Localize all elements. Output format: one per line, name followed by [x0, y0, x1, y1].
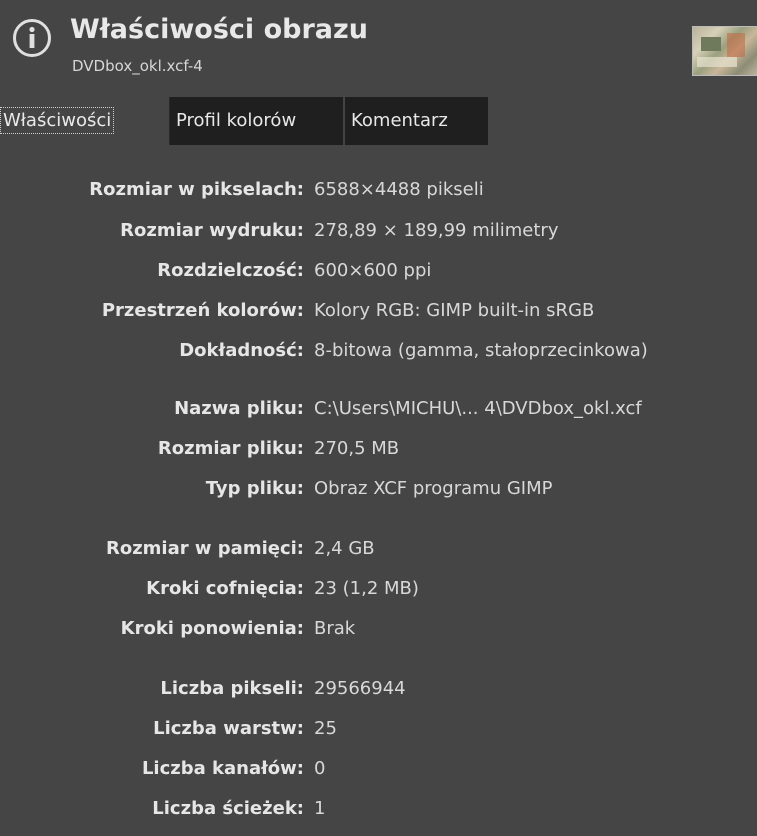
- property-value: 2,4 GB: [314, 538, 375, 559]
- tab-comment-label: Komentarz: [351, 110, 448, 131]
- tab-properties[interactable]: Właściwości: [0, 97, 170, 145]
- property-value: 8-bitowa (gamma, stałoprzecinkowa): [314, 340, 648, 361]
- property-label: Kroki ponowienia:: [120, 618, 304, 639]
- property-row: Kroki cofnięcia: 23 (1,2 MB): [0, 578, 757, 610]
- property-row: Rozdzielczość: 600×600 ppi: [0, 260, 757, 292]
- tab-bar: Właściwości Profil kolorów Komentarz: [0, 97, 757, 145]
- dialog-header: Właściwości obrazu DVDbox_okl.xcf-4: [0, 0, 757, 95]
- property-value: C:\Users\MICHU\... 4\DVDbox_okl.xcf: [314, 398, 642, 419]
- property-label: Rozmiar w pikselach:: [89, 179, 304, 200]
- property-label: Liczba warstw:: [153, 718, 304, 739]
- property-row: Rozmiar pliku: 270,5 MB: [0, 438, 757, 470]
- property-label: Liczba ścieżek:: [152, 798, 304, 819]
- property-value: 6588×4488 pikseli: [314, 179, 484, 200]
- property-label: Rozmiar w pamięci:: [105, 538, 304, 559]
- property-row: Liczba pikseli: 29566944: [0, 678, 757, 710]
- property-value: Brak: [314, 618, 356, 639]
- tab-properties-label: Właściwości: [0, 107, 115, 134]
- property-row: Liczba warstw: 25: [0, 718, 757, 750]
- property-row: Typ pliku: Obraz XCF programu GIMP: [0, 478, 757, 510]
- dialog-title: Właściwości obrazu: [70, 14, 368, 45]
- property-label: Liczba pikseli:: [160, 678, 304, 699]
- property-row: Nazwa pliku: C:\Users\MICHU\... 4\DVDbox…: [0, 398, 757, 430]
- property-row: Dokładność: 8-bitowa (gamma, stałoprzeci…: [0, 340, 757, 372]
- tab-comment[interactable]: Komentarz: [345, 97, 488, 145]
- property-row: Rozmiar w pikselach: 6588×4488 pikseli: [0, 179, 757, 211]
- property-value: 600×600 ppi: [314, 260, 432, 281]
- property-value: 0: [314, 758, 326, 779]
- property-value: Kolory RGB: GIMP built-in sRGB: [314, 300, 595, 321]
- property-label: Rozdzielczość:: [157, 260, 304, 281]
- property-value: 278,89 × 189,99 milimetry: [314, 220, 559, 241]
- property-label: Przestrzeń kolorów:: [101, 300, 304, 321]
- property-label: Liczba kanałów:: [141, 758, 304, 779]
- image-thumbnail: [692, 26, 757, 76]
- property-label: Rozmiar pliku:: [157, 438, 304, 459]
- property-label: Nazwa pliku:: [174, 398, 304, 419]
- property-value: 1: [314, 798, 326, 819]
- property-row: Liczba kanałów: 0: [0, 758, 757, 790]
- property-row: Przestrzeń kolorów: Kolory RGB: GIMP bui…: [0, 300, 757, 332]
- tab-color-profile[interactable]: Profil kolorów: [170, 97, 344, 145]
- properties-panel: Rozmiar w pikselach: 6588×4488 pikseli R…: [0, 145, 757, 836]
- property-value: 23 (1,2 MB): [314, 578, 419, 599]
- property-label: Typ pliku:: [205, 478, 304, 499]
- property-label: Rozmiar wydruku:: [120, 220, 304, 241]
- property-row: Rozmiar wydruku: 278,89 × 189,99 milimet…: [0, 220, 757, 252]
- property-value: Obraz XCF programu GIMP: [314, 478, 553, 499]
- property-label: Kroki cofnięcia:: [146, 578, 304, 599]
- property-value: 270,5 MB: [314, 438, 400, 459]
- property-label: Dokładność:: [179, 340, 304, 361]
- property-value: 25: [314, 718, 337, 739]
- info-icon: [13, 19, 51, 57]
- property-row: Rozmiar w pamięci: 2,4 GB: [0, 538, 757, 570]
- property-value: 29566944: [314, 678, 406, 699]
- property-row: Liczba ścieżek: 1: [0, 798, 757, 830]
- property-row: Kroki ponowienia: Brak: [0, 618, 757, 650]
- tab-color-profile-label: Profil kolorów: [176, 110, 297, 131]
- image-name: DVDbox_okl.xcf-4: [72, 57, 203, 75]
